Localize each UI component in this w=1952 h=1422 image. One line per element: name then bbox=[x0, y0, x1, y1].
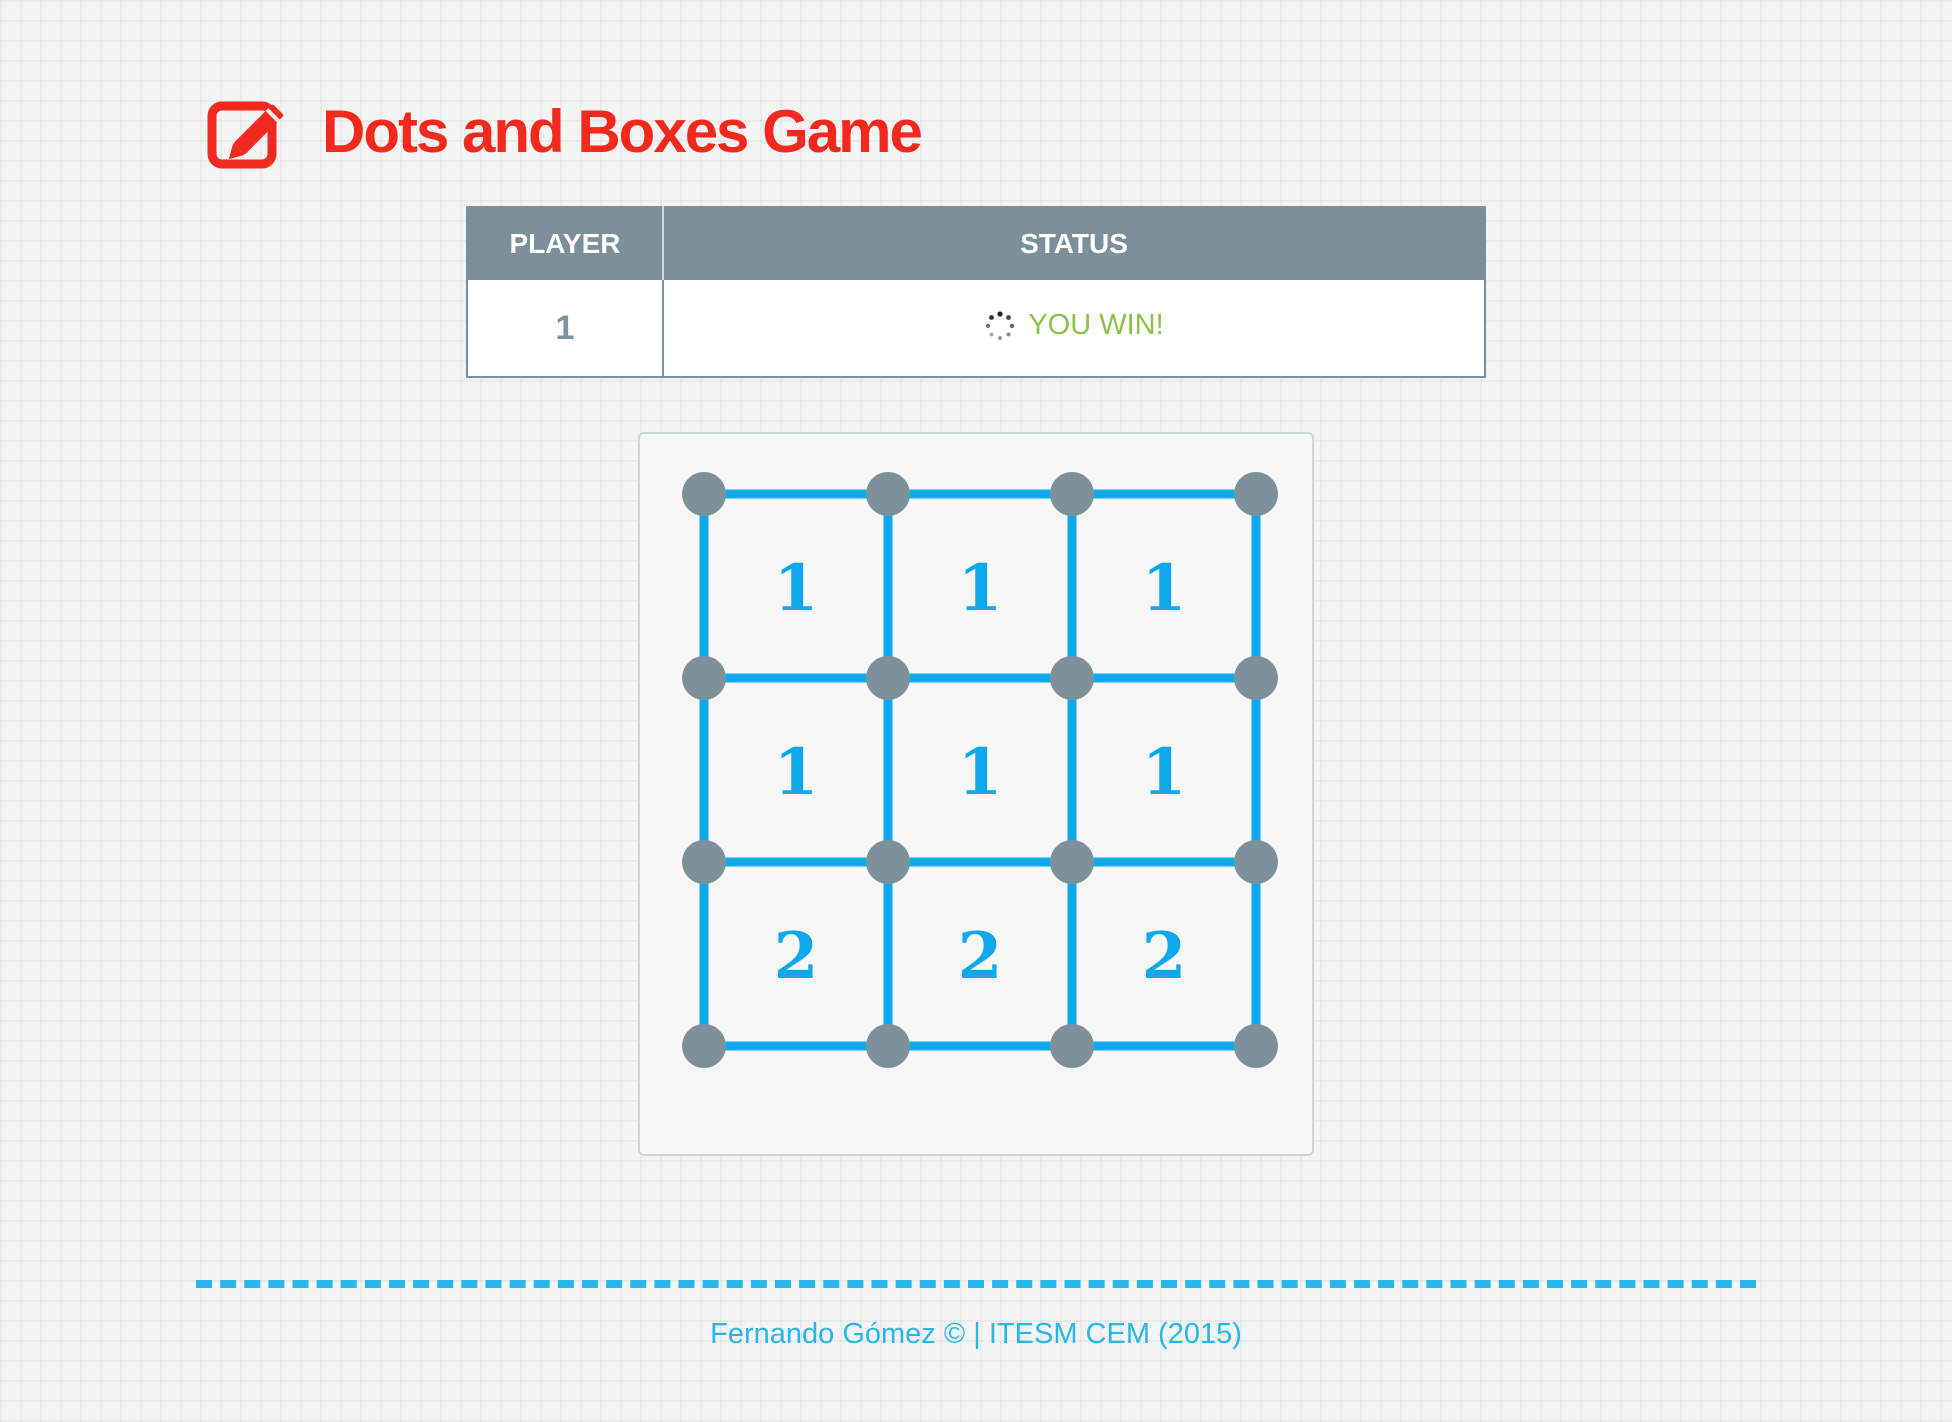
board-dot bbox=[866, 472, 910, 516]
footer-divider bbox=[196, 1280, 1756, 1288]
box-owner-label: 1 bbox=[774, 735, 819, 810]
game-board-panel: 1 1 1 1 1 1 2 2 2 bbox=[638, 432, 1314, 1156]
board-dot bbox=[682, 472, 726, 516]
box-owner-label: 1 bbox=[1142, 735, 1187, 810]
box-owner-label: 1 bbox=[774, 551, 819, 626]
board-dot bbox=[866, 840, 910, 884]
box-owner-label: 1 bbox=[1142, 551, 1187, 626]
board-dot bbox=[682, 656, 726, 700]
board-dot bbox=[682, 1024, 726, 1068]
box-owner-label: 2 bbox=[958, 919, 1003, 994]
box-owner-label: 2 bbox=[1142, 919, 1187, 994]
column-header-player: PLAYER bbox=[467, 207, 664, 280]
board-dot bbox=[1050, 1024, 1094, 1068]
board-dot bbox=[1234, 1024, 1278, 1068]
box-owner-label: 1 bbox=[958, 735, 1003, 810]
current-player: 1 bbox=[555, 308, 575, 347]
page-title: Dots and Boxes Game bbox=[322, 98, 923, 165]
game-board: 1 1 1 1 1 1 2 2 2 bbox=[682, 472, 1278, 1068]
board-dot bbox=[866, 1024, 910, 1068]
board-dot bbox=[1234, 472, 1278, 516]
board-dot bbox=[682, 840, 726, 884]
box-owner-label: 1 bbox=[958, 551, 1003, 626]
game-status: YOU WIN! bbox=[1028, 309, 1164, 342]
board-dot bbox=[1234, 840, 1278, 884]
footer-credits: Fernando Gómez © | ITESM CEM (2015) bbox=[710, 1318, 1242, 1350]
board-dot bbox=[1050, 472, 1094, 516]
table-row: 1 YOU WIN! bbox=[467, 280, 1485, 377]
status-cell: YOU WIN! bbox=[663, 280, 1485, 377]
edit-icon bbox=[207, 101, 284, 169]
page-header: Dots and Boxes Game bbox=[206, 92, 923, 172]
status-table: PLAYER STATUS 1 YOU WIN! bbox=[466, 206, 1486, 378]
board-dot bbox=[1234, 656, 1278, 700]
board-dot bbox=[1050, 656, 1094, 700]
board-dot bbox=[1050, 840, 1094, 884]
box-owner-label: 2 bbox=[774, 919, 819, 994]
spinner-icon bbox=[986, 311, 1015, 340]
column-header-status: STATUS bbox=[663, 207, 1485, 280]
board-dot bbox=[866, 656, 910, 700]
player-cell: 1 bbox=[467, 280, 664, 377]
